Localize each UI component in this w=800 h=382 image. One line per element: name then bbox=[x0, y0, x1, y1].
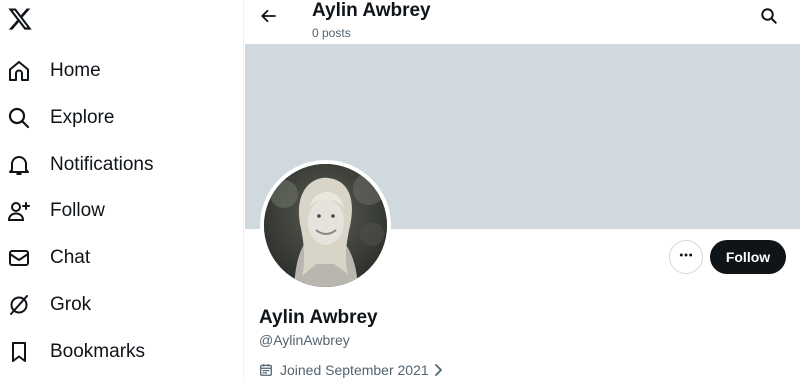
sidebar-item-follow[interactable]: Follow bbox=[6, 193, 105, 229]
sidebar: Home Explore Notifications Follow Chat G… bbox=[0, 0, 244, 382]
bell-icon bbox=[6, 152, 32, 178]
person-add-icon bbox=[6, 198, 32, 224]
follow-button[interactable]: Follow bbox=[710, 240, 786, 274]
sidebar-item-label: Home bbox=[50, 60, 101, 81]
sidebar-item-label: Grok bbox=[50, 294, 92, 315]
back-button[interactable] bbox=[257, 6, 281, 30]
sidebar-item-label: Follow bbox=[50, 200, 105, 221]
joined-date-link[interactable]: Joined September 2021 bbox=[259, 362, 445, 378]
avatar[interactable] bbox=[260, 160, 391, 291]
bookmark-icon bbox=[6, 339, 32, 365]
profile-main: Aylin Awbrey 0 posts Follow Aylin Awbrey… bbox=[245, 0, 800, 382]
sidebar-item-bookmarks[interactable]: Bookmarks bbox=[6, 334, 145, 370]
sidebar-item-chat[interactable]: Chat bbox=[6, 240, 90, 276]
search-button[interactable] bbox=[757, 6, 781, 30]
joined-date-text: Joined September 2021 bbox=[280, 362, 429, 378]
profile-header-bar: Aylin Awbrey 0 posts bbox=[245, 0, 800, 44]
sidebar-item-label: Notifications bbox=[50, 154, 154, 175]
x-logo-icon[interactable] bbox=[7, 6, 33, 32]
sidebar-item-notifications[interactable]: Notifications bbox=[6, 147, 154, 183]
home-icon bbox=[6, 58, 32, 84]
grok-icon bbox=[6, 292, 32, 318]
sidebar-item-home[interactable]: Home bbox=[6, 53, 101, 89]
profile-name: Aylin Awbrey bbox=[259, 307, 378, 328]
arrow-left-icon bbox=[260, 7, 278, 30]
calendar-icon bbox=[259, 362, 275, 378]
sidebar-item-grok[interactable]: Grok bbox=[6, 287, 91, 323]
sidebar-item-label: Explore bbox=[50, 107, 115, 128]
header-name: Aylin Awbrey bbox=[312, 0, 431, 21]
chevron-right-icon bbox=[433, 363, 445, 377]
sidebar-item-label: Chat bbox=[50, 247, 91, 268]
profile-handle: @AylinAwbrey bbox=[259, 332, 350, 348]
sidebar-item-explore[interactable]: Explore bbox=[6, 100, 114, 136]
more-options-button[interactable] bbox=[669, 240, 703, 274]
ellipsis-icon bbox=[678, 247, 694, 268]
header-post-count: 0 posts bbox=[312, 26, 351, 40]
sidebar-item-label: Bookmarks bbox=[50, 341, 146, 362]
envelope-icon bbox=[6, 245, 32, 271]
search-icon bbox=[760, 7, 778, 30]
search-icon bbox=[6, 105, 32, 131]
